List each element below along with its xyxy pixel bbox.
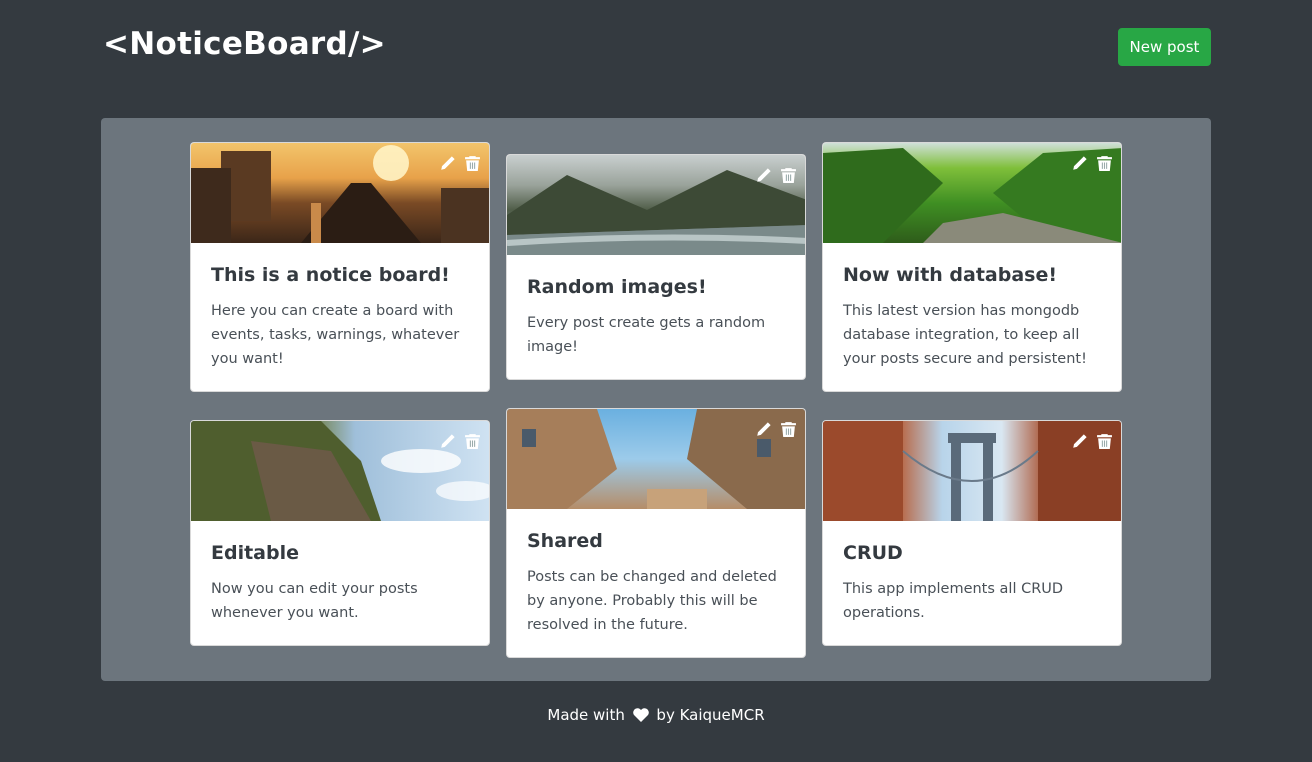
card-text: Every post create gets a random image! — [527, 315, 766, 355]
footer-suffix: by KaiqueMCR — [656, 706, 765, 724]
footer-prefix: Made with — [547, 706, 625, 724]
pencil-icon[interactable] — [1071, 155, 1088, 172]
notice-card: Editable Now you can edit your posts whe… — [190, 420, 490, 646]
card-image — [823, 143, 1121, 243]
card-body: CRUD This app implements all CRUD operat… — [823, 521, 1121, 645]
card-body: Editable Now you can edit your posts whe… — [191, 521, 489, 645]
trash-icon[interactable] — [780, 421, 797, 438]
card-body: This is a notice board! Here you can cre… — [191, 243, 489, 391]
card-image — [191, 143, 489, 243]
trash-icon[interactable] — [1096, 155, 1113, 172]
notice-card: Random images! Every post create gets a … — [506, 154, 806, 380]
card-body: Shared Posts can be changed and deleted … — [507, 509, 805, 657]
card-actions — [439, 433, 481, 450]
card-title: CRUD — [843, 542, 903, 564]
card-text: This app implements all CRUD operations. — [843, 581, 1064, 621]
brand-title: <NoticeBoard/> — [103, 26, 386, 62]
card-actions — [439, 155, 481, 172]
new-post-button[interactable]: New post — [1118, 28, 1211, 66]
card-text: This latest version has mongodb database… — [843, 303, 1087, 367]
notice-card: This is a notice board! Here you can cre… — [190, 142, 490, 392]
trash-icon[interactable] — [464, 155, 481, 172]
card-title: Now with database! — [843, 264, 1058, 286]
card-actions — [1071, 155, 1113, 172]
notice-card: Shared Posts can be changed and deleted … — [506, 408, 806, 658]
pencil-icon[interactable] — [439, 433, 456, 450]
notice-board: This is a notice board! Here you can cre… — [101, 118, 1211, 681]
notice-card: Now with database! This latest version h… — [822, 142, 1122, 392]
card-title: Editable — [211, 542, 299, 564]
card-actions — [1071, 433, 1113, 450]
card-text: Posts can be changed and deleted by anyo… — [527, 569, 777, 633]
card-image — [507, 155, 805, 255]
page-footer: Made with by KaiqueMCR — [0, 706, 1312, 724]
heart-icon — [632, 708, 649, 722]
pencil-icon[interactable] — [439, 155, 456, 172]
card-body: Random images! Every post create gets a … — [507, 255, 805, 379]
card-image — [191, 421, 489, 521]
pencil-icon[interactable] — [755, 167, 772, 184]
card-image — [507, 409, 805, 509]
card-actions — [755, 167, 797, 184]
page-header: <NoticeBoard/> New post — [103, 26, 1211, 66]
notice-card: CRUD This app implements all CRUD operat… — [822, 420, 1122, 646]
card-image — [823, 421, 1121, 521]
trash-icon[interactable] — [464, 433, 481, 450]
card-text: Now you can edit your posts whenever you… — [211, 581, 418, 621]
card-text: Here you can create a board with events,… — [211, 303, 460, 367]
pencil-icon[interactable] — [755, 421, 772, 438]
pencil-icon[interactable] — [1071, 433, 1088, 450]
card-title: Random images! — [527, 276, 707, 298]
trash-icon[interactable] — [780, 167, 797, 184]
card-body: Now with database! This latest version h… — [823, 243, 1121, 391]
trash-icon[interactable] — [1096, 433, 1113, 450]
card-title: Shared — [527, 530, 603, 552]
card-title: This is a notice board! — [211, 264, 450, 286]
card-actions — [755, 421, 797, 438]
